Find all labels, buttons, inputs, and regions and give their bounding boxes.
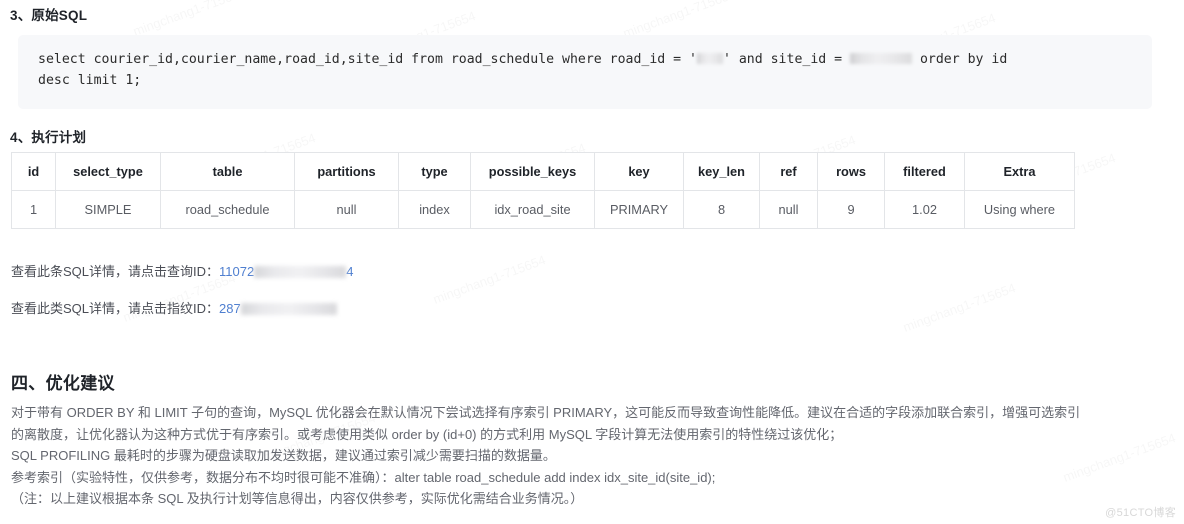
advice-paragraph-1: 对于带有 ORDER BY 和 LIMIT 子句的查询，MySQL 优化器会在默… — [11, 402, 1171, 445]
advice-p2-line-3: （注：以上建议根据本条 SQL 及执行计划等信息得出，内容仅供参考，实际优化需结… — [11, 491, 584, 506]
site-watermark: @51CTO博客 — [1105, 507, 1176, 519]
query-id-link-tail[interactable]: 4 — [346, 264, 353, 279]
query-id-link[interactable]: 11072 — [219, 264, 254, 279]
cell-id: 1 — [11, 190, 56, 229]
advice-paragraph-2: SQL PROFILING 最耗时的步骤为硬盘读取加发送数据，建议通过索引减少需… — [11, 445, 1171, 510]
column-header-select-type: select_type — [55, 152, 161, 191]
cell-select-type: SIMPLE — [55, 190, 161, 229]
column-header-rows: rows — [817, 152, 885, 191]
table-row: 1 SIMPLE road_schedule null index idx_ro… — [11, 190, 1075, 229]
section-heading-explain-plan: 4、执行计划 — [10, 130, 87, 145]
column-header-filtered: filtered — [884, 152, 965, 191]
page-watermark: mingchang1-715654 — [131, 0, 248, 39]
cell-extra: Using where — [964, 190, 1075, 229]
section-heading-raw-sql: 3、原始SQL — [10, 8, 88, 23]
advice-p1-line-1: 对于带有 ORDER BY 和 LIMIT 子句的查询，MySQL 优化器会在默… — [11, 405, 1081, 420]
query-id-line: 查看此条SQL详情，请点击查询ID：11072 4 — [11, 261, 353, 280]
advice-p2-line-2: 参考索引（实验特性，仅供参考，数据分布不均时很可能不准确）：alter tabl… — [11, 469, 716, 485]
column-header-partitions: partitions — [294, 152, 399, 191]
fingerprint-id-link[interactable]: 287 — [219, 301, 241, 316]
cell-possible-keys: idx_road_site — [470, 190, 595, 229]
fingerprint-id-label: 查看此类SQL详情，请点击指纹ID： — [11, 301, 220, 316]
page-watermark: mingchang1-715654 — [901, 280, 1018, 335]
column-header-ref: ref — [759, 152, 818, 191]
redacted-fingerprint-id — [240, 302, 337, 315]
column-header-type: type — [398, 152, 471, 191]
query-id-label: 查看此条SQL详情，请点击查询ID： — [11, 264, 220, 279]
cell-filtered: 1.02 — [884, 190, 965, 229]
advice-p1-line-2: 的离散度，让优化器认为这种方式优于有序索引。或考虑使用类似 order by (… — [11, 426, 843, 442]
sql-text-part-c: order by id — [912, 52, 1008, 67]
column-header-extra: Extra — [964, 152, 1075, 191]
fingerprint-id-line: 查看此类SQL详情，请点击指纹ID：287 — [11, 298, 337, 317]
sql-code-line-2: desc limit 1; — [38, 73, 142, 88]
cell-table: road_schedule — [160, 190, 295, 229]
sql-code-block: select courier_id,courier_name,road_id,s… — [18, 35, 1152, 109]
column-header-table: table — [160, 152, 295, 191]
sql-text-part-a: select courier_id,courier_name,road_id,s… — [38, 52, 697, 67]
advice-p2-line-1: SQL PROFILING 最耗时的步骤为硬盘读取加发送数据，建议通过索引减少需… — [11, 448, 556, 463]
sql-code-line-1: select courier_id,courier_name,road_id,s… — [38, 49, 1132, 70]
cell-ref: null — [759, 190, 818, 229]
redacted-road-id-value — [696, 52, 723, 64]
column-header-possible-keys: possible_keys — [470, 152, 595, 191]
column-header-key: key — [594, 152, 684, 191]
page-watermark: mingchang1-715654 — [431, 252, 548, 307]
redacted-site-id-value — [850, 52, 913, 64]
sql-text-part-b: ' and site_id = — [722, 52, 851, 67]
section-heading-advice: 四、优化建议 — [11, 374, 115, 393]
column-header-key-len: key_len — [683, 152, 760, 191]
cell-type: index — [398, 190, 471, 229]
explain-plan-table: id select_type table partitions type pos… — [11, 152, 1075, 229]
redacted-query-id — [254, 265, 347, 278]
cell-key-len: 8 — [683, 190, 760, 229]
column-header-id: id — [11, 152, 56, 191]
cell-key: PRIMARY — [594, 190, 684, 229]
table-header-row: id select_type table partitions type pos… — [11, 152, 1075, 191]
cell-partitions: null — [294, 190, 399, 229]
cell-rows: 9 — [817, 190, 885, 229]
